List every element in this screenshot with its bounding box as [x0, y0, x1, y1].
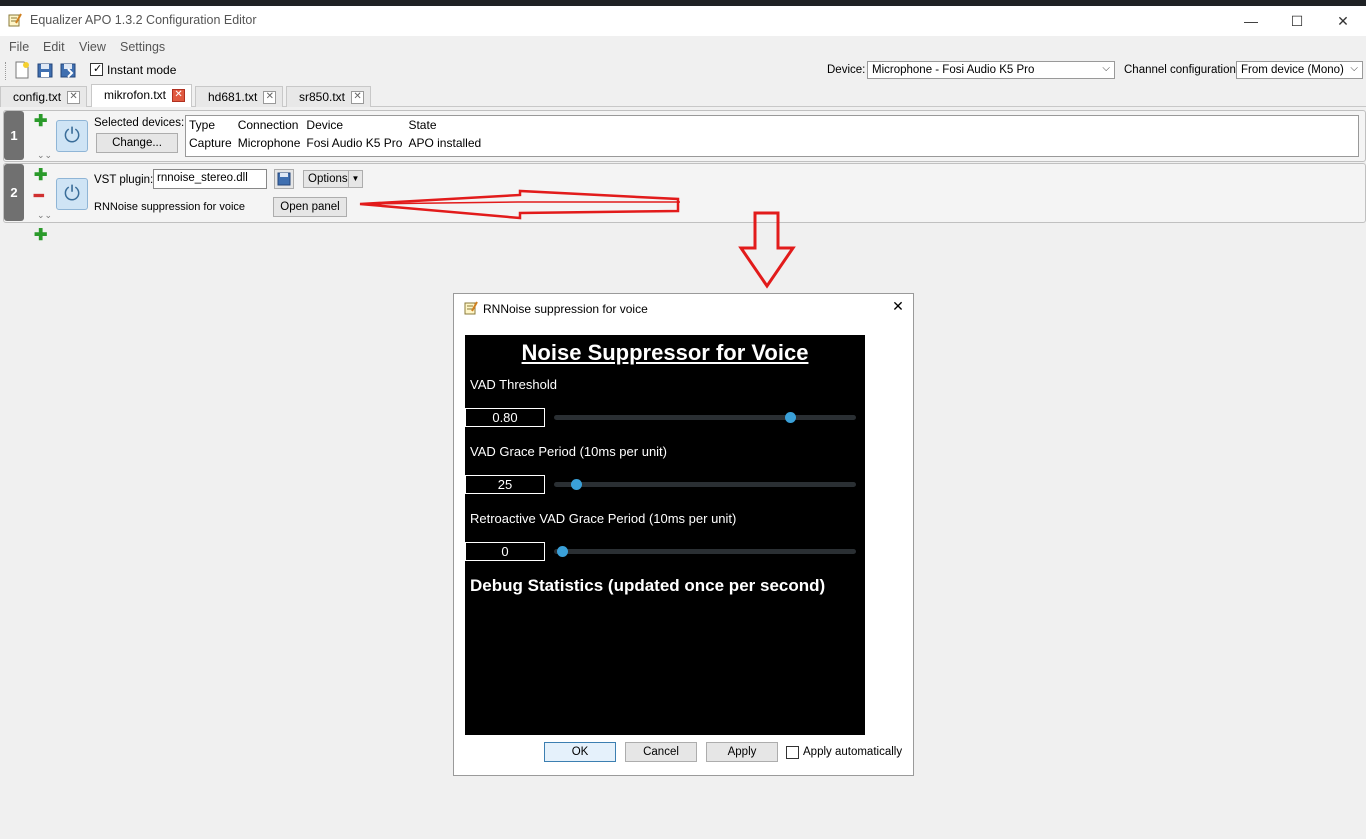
- tab-close-icon[interactable]: ✕: [263, 91, 277, 105]
- menu-view[interactable]: View: [79, 40, 106, 54]
- vad-grace-period-value[interactable]: 25: [465, 475, 545, 494]
- chevron-down-icon: ⌵: [1102, 63, 1110, 74]
- table-cell-connection: Microphone: [237, 136, 301, 150]
- tab-hd681[interactable]: hd681.txt ✕: [195, 86, 284, 107]
- add-filter-icon[interactable]: ✚: [34, 114, 47, 130]
- menu-bar: [0, 36, 1366, 58]
- tab-close-icon[interactable]: ✕: [172, 89, 186, 103]
- menu-edit[interactable]: Edit: [43, 40, 65, 54]
- table-cell-device: Fosi Audio K5 Pro: [306, 136, 403, 150]
- plugin-panel: [465, 335, 865, 735]
- device-select-value: Microphone - Fosi Audio K5 Pro: [872, 64, 1035, 76]
- window-title: Equalizer APO 1.3.2 Configuration Editor: [30, 13, 257, 27]
- channel-configuration-select[interactable]: From device (Mono) ⌵: [1236, 61, 1363, 79]
- tab-label: config.txt: [13, 90, 62, 104]
- table-header-state: State: [408, 118, 437, 132]
- retroactive-vad-grace-period-slider[interactable]: [554, 549, 856, 554]
- vad-threshold-label: VAD Threshold: [470, 377, 557, 392]
- apply-automatically-checkbox[interactable]: [786, 746, 799, 759]
- table-header-type: Type: [189, 118, 216, 132]
- table-row[interactable]: Capture Microphone Fosi Audio K5 Pro APO…: [186, 134, 484, 152]
- retroactive-vad-grace-period-value[interactable]: 0: [465, 542, 545, 561]
- change-devices-button[interactable]: Change...: [96, 133, 178, 153]
- minimize-button[interactable]: —: [1228, 6, 1274, 36]
- menu-settings[interactable]: Settings: [120, 40, 165, 54]
- vad-grace-period-slider[interactable]: [554, 482, 856, 487]
- table-cell-state: APO installed: [408, 136, 482, 150]
- row-number-1: 1: [4, 111, 24, 160]
- plugin-name-label: RNNoise suppression for voice: [94, 201, 246, 213]
- instant-mode-checkbox[interactable]: ✓: [90, 63, 103, 76]
- checkmark-icon: ✓: [93, 63, 103, 75]
- device-label: Device:: [827, 64, 866, 76]
- vad-grace-period-label: VAD Grace Period (10ms per unit): [470, 444, 667, 459]
- chevron-down-icon: ⌵: [1350, 63, 1358, 74]
- new-file-icon[interactable]: [13, 61, 31, 79]
- tab-sr850[interactable]: sr850.txt ✕: [286, 86, 372, 107]
- expand-chevron-icon[interactable]: ⌄⌄: [37, 210, 52, 221]
- add-filter-icon[interactable]: ✚: [34, 168, 47, 184]
- ok-button[interactable]: OK: [544, 742, 616, 762]
- table-cell-type: Capture: [189, 136, 232, 150]
- notepad-icon: [464, 301, 478, 315]
- instant-mode-label: Instant mode: [107, 63, 177, 77]
- annotation-arrow-left-icon: [359, 189, 680, 220]
- table-header-connection: Connection: [237, 118, 299, 132]
- apply-button[interactable]: Apply: [706, 742, 778, 762]
- tab-label: hd681.txt: [208, 90, 258, 104]
- open-file-icon[interactable]: [36, 61, 54, 79]
- options-button-label: Options: [308, 173, 348, 185]
- toolbar-grip: [5, 62, 7, 80]
- device-select[interactable]: Microphone - Fosi Audio K5 Pro ⌵: [867, 61, 1115, 79]
- cancel-button[interactable]: Cancel: [625, 742, 697, 762]
- close-button[interactable]: ✕: [1320, 6, 1366, 36]
- tab-mikrofon[interactable]: mikrofon.txt ✕: [91, 84, 193, 108]
- channel-configuration-label: Channel configuration:: [1124, 64, 1240, 76]
- browse-plugin-button[interactable]: [274, 169, 294, 189]
- tab-close-icon[interactable]: ✕: [351, 91, 365, 105]
- plugin-heading: Noise Suppressor for Voice: [521, 340, 809, 365]
- menu-file[interactable]: File: [9, 40, 29, 54]
- tab-label: sr850.txt: [299, 90, 346, 104]
- add-filter-icon[interactable]: ✚: [34, 228, 47, 244]
- dialog-title: RNNoise suppression for voice: [483, 302, 648, 316]
- dialog-close-button[interactable]: ✕: [887, 298, 909, 318]
- maximize-button[interactable]: ☐: [1274, 6, 1320, 36]
- debug-statistics-heading: Debug Statistics (updated once per secon…: [470, 576, 826, 595]
- vad-threshold-slider[interactable]: [554, 415, 856, 420]
- open-panel-button[interactable]: Open panel: [273, 197, 347, 217]
- vst-plugin-path-field[interactable]: rnnoise_stereo.dll: [153, 169, 267, 189]
- table-header-device: Device: [306, 118, 344, 132]
- remove-filter-icon[interactable]: ━: [34, 189, 44, 205]
- open-file-icon: [277, 172, 291, 186]
- channel-configuration-value: From device (Mono): [1241, 64, 1344, 76]
- row-number-2: 2: [4, 164, 24, 221]
- device-table: Type Connection Device State Capture Mic…: [185, 115, 1359, 157]
- power-toggle-icon[interactable]: ⏻: [56, 120, 88, 152]
- apply-automatically-label: Apply automatically: [803, 746, 903, 758]
- tab-label: mikrofon.txt: [104, 88, 167, 102]
- notepad-icon: [8, 13, 22, 27]
- expand-chevron-icon[interactable]: ⌄⌄: [37, 150, 52, 161]
- annotation-arrow-down-icon: [738, 211, 796, 289]
- vad-threshold-value[interactable]: 0.80: [465, 408, 545, 427]
- selected-devices-label: Selected devices:: [94, 117, 185, 129]
- retroactive-vad-grace-period-label: Retroactive VAD Grace Period (10ms per u…: [470, 511, 737, 526]
- tab-config[interactable]: config.txt ✕: [0, 86, 88, 107]
- power-toggle-icon[interactable]: ⏻: [56, 178, 88, 210]
- save-file-icon[interactable]: [59, 61, 77, 79]
- vst-plugin-label: VST plugin:: [94, 174, 154, 186]
- tab-close-icon[interactable]: ✕: [67, 91, 81, 105]
- retroactive-vad-grace-period-slider-knob[interactable]: [556, 546, 568, 557]
